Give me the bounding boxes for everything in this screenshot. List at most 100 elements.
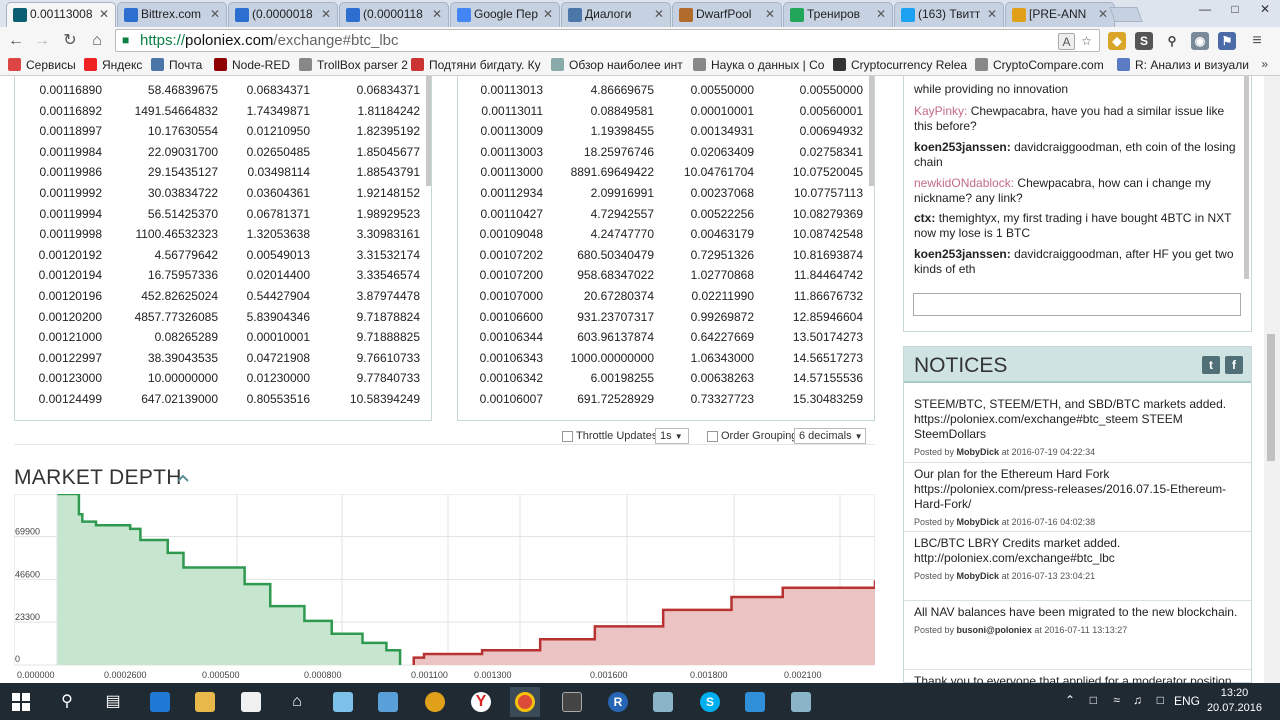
order-row[interactable]: 0.00123000 10.00000000 0.01230000 9.7784073… (15, 368, 425, 389)
skype-icon[interactable]: S (695, 687, 725, 717)
chat-username[interactable]: koen253janssen: (914, 140, 1011, 154)
notice-author[interactable]: MobyDick (957, 447, 1000, 457)
grouping-select[interactable]: 6 decimals ▼ (794, 428, 866, 444)
close-tab-icon[interactable]: ✕ (99, 7, 109, 21)
page-scrollbar-thumb[interactable] (1267, 334, 1275, 461)
forward-icon[interactable]: → (32, 31, 52, 51)
bookmark-item[interactable]: Обзор наиболее инт (551, 58, 683, 72)
facebook-icon[interactable]: f (1225, 356, 1243, 374)
extension-key-icon[interactable]: ⚲ (1163, 32, 1181, 50)
remote-desktop-icon[interactable] (373, 687, 403, 717)
edge-icon[interactable] (145, 687, 175, 717)
bookmark-item[interactable]: Почта (151, 58, 202, 72)
headphones-app-icon[interactable] (420, 687, 450, 717)
order-row[interactable]: 0.00119998 1100.46532323 1.32053638 3.30983… (15, 224, 425, 245)
chat-scrollbar[interactable] (1244, 76, 1249, 279)
order-row[interactable]: 0.00113009 1.19398455 0.00134931 0.00694932 (458, 121, 868, 142)
browser-tab[interactable]: DwarfPool ✕ (672, 2, 782, 27)
close-tab-icon[interactable]: ✕ (210, 7, 220, 21)
close-tab-icon[interactable]: ✕ (1098, 7, 1108, 21)
buy-orders-scrollbar[interactable] (869, 76, 874, 186)
close-tab-icon[interactable]: ✕ (876, 7, 886, 21)
battery-icon[interactable]: □ (1090, 693, 1097, 707)
chat-username[interactable]: KayPinky: (914, 104, 967, 118)
sell-orders-scrollbar[interactable] (426, 76, 431, 186)
order-row[interactable]: 0.00109048 4.24747770 0.00463179 10.0874254… (458, 224, 868, 245)
close-tab-icon[interactable]: ✕ (321, 7, 331, 21)
order-row[interactable]: 0.00122997 38.39043535 0.04721908 9.7661073… (15, 348, 425, 369)
notice-author[interactable]: MobyDick (957, 517, 1000, 527)
notice-author[interactable]: MobyDick (957, 571, 1000, 581)
bookmark-item[interactable]: CryptoCompare.com (975, 58, 1104, 72)
extension-flag-icon[interactable]: ⚑ (1218, 32, 1236, 50)
yandex-browser-icon[interactable]: Y (466, 687, 496, 717)
windows-start-icon[interactable] (6, 687, 36, 717)
browser-tab[interactable]: (163) Твитт ✕ (894, 2, 1004, 27)
order-row[interactable]: 0.00110427 4.72942557 0.00522256 10.0827936… (458, 204, 868, 225)
store-icon[interactable] (236, 687, 266, 717)
close-window-icon[interactable]: ✕ (1250, 0, 1280, 20)
python-app-icon-2[interactable] (786, 687, 816, 717)
close-tab-icon[interactable]: ✕ (987, 7, 997, 21)
menu-icon[interactable]: ≡ (1248, 32, 1266, 50)
order-row[interactable]: 0.00107200 958.68347022 1.02770868 11.84464… (458, 265, 868, 286)
extension-puzzle-icon[interactable]: ◆ (1108, 32, 1126, 50)
order-row[interactable]: 0.00120196 452.82625024 0.54427904 3.879744… (15, 286, 425, 307)
order-row[interactable]: 0.00106344 603.96137874 0.64227669 13.50174… (458, 327, 868, 348)
calculator-icon[interactable] (557, 687, 587, 717)
wifi-icon[interactable]: ≈ (1113, 693, 1120, 707)
order-row[interactable]: 0.00120192 4.56779642 0.00549013 3.31532174 (15, 245, 425, 266)
browser-tab[interactable]: Bittrex.com ✕ (117, 2, 227, 27)
extension-eye-icon[interactable]: ◉ (1191, 32, 1209, 50)
address-bar[interactable]: ■ https://poloniex.com/exchange#btc_lbc … (115, 29, 1100, 52)
settings-app-icon[interactable] (740, 687, 770, 717)
browser-tab[interactable]: (0.0000018 ✕ (228, 2, 338, 27)
chat-username[interactable]: ctx: (914, 211, 935, 225)
chat-input[interactable] (913, 293, 1241, 316)
order-row[interactable]: 0.00106342 6.00198255 0.00638263 14.5715553… (458, 368, 868, 389)
new-tab-button[interactable] (1109, 7, 1143, 22)
notification-icon[interactable]: □ (1157, 693, 1164, 707)
chat-username[interactable]: newkidONdablock: (914, 176, 1014, 190)
bookmark-item[interactable]: Cryptocurrency Relea (833, 58, 967, 72)
order-grouping-checkbox[interactable] (707, 431, 718, 442)
extension-s-icon[interactable]: S (1135, 32, 1153, 50)
python-app-icon[interactable] (648, 687, 678, 717)
order-row[interactable]: 0.00106343 1000.00000000 1.06343000 14.5651… (458, 348, 868, 369)
order-row[interactable]: 0.00120200 4857.77326085 5.83904346 9.71878… (15, 307, 425, 328)
bookmark-star-icon[interactable]: ☆ (1078, 33, 1095, 50)
notice-author[interactable]: busoni@poloniex (957, 625, 1032, 635)
bookmark-item[interactable]: Подтяни бигдату. Ку (411, 58, 541, 72)
twitter-icon[interactable]: t (1202, 356, 1220, 374)
close-tab-icon[interactable]: ✕ (765, 7, 775, 21)
browser-tab[interactable]: 0.00113008 ✕ (6, 2, 116, 27)
order-row[interactable]: 0.00121000 0.08265289 0.00010001 9.71888825 (15, 327, 425, 348)
close-tab-icon[interactable]: ✕ (432, 7, 442, 21)
order-row[interactable]: 0.00106007 691.72528929 0.73327723 15.30483… (458, 389, 868, 410)
chat-username[interactable]: koen253janssen: (914, 247, 1011, 261)
task-view-icon[interactable]: ▤ (98, 687, 128, 717)
bookmark-item[interactable]: TrollBox parser 2 (299, 58, 408, 72)
maximize-icon[interactable]: □ (1220, 0, 1250, 20)
browser-tab[interactable]: Google Пер ✕ (450, 2, 560, 27)
browser-tab[interactable]: [PRE-ANN ✕ (1005, 2, 1115, 27)
order-row[interactable]: 0.00113011 0.08849581 0.00010001 0.00560001 (458, 101, 868, 122)
throttle-updates-checkbox[interactable] (562, 431, 573, 442)
order-row[interactable]: 0.00120194 16.75957336 0.02014400 3.3354657… (15, 265, 425, 286)
back-icon[interactable]: ← (6, 31, 26, 51)
bookmark-item[interactable]: Сервисы (8, 58, 76, 72)
browser-tab[interactable]: Диалоги ✕ (561, 2, 671, 27)
bookmark-item[interactable]: Node-RED (214, 58, 290, 72)
browser-tab[interactable]: (0.0000118 ✕ (339, 2, 449, 27)
close-tab-icon[interactable]: ✕ (654, 7, 664, 21)
order-row[interactable]: 0.00113000 8891.69649422 10.04761704 10.075… (458, 162, 868, 183)
reload-icon[interactable]: ↻ (60, 31, 80, 51)
minimize-icon[interactable]: — (1190, 0, 1220, 20)
bookmark-item[interactable]: R: Анализ и визуали (1117, 58, 1249, 72)
clock[interactable]: 13:20 20.07.2016 (1207, 686, 1262, 716)
order-row[interactable]: 0.00116892 1491.54664832 1.74349871 1.81184… (15, 101, 425, 122)
bookmark-item[interactable]: Наука о данных | Co (693, 58, 824, 72)
order-row[interactable]: 0.00112934 2.09916991 0.00237068 10.0775711… (458, 183, 868, 204)
home-app-icon[interactable]: ⌂ (282, 687, 312, 717)
bookmark-item[interactable]: Яндекс (84, 58, 142, 72)
